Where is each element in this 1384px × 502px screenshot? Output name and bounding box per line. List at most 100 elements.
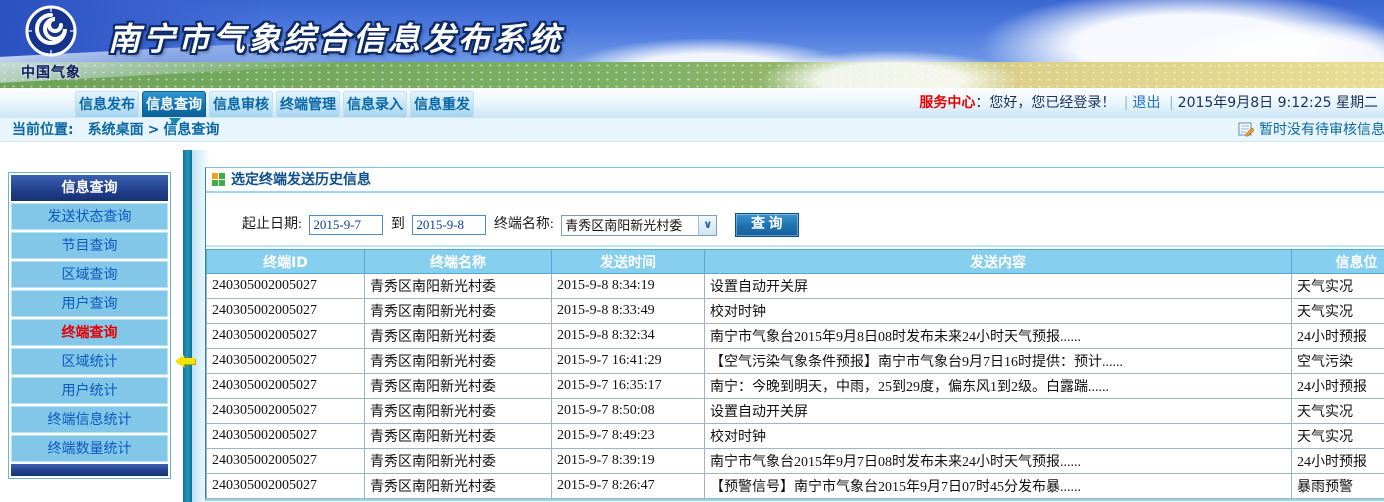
logo-caption: 中国气象 — [16, 62, 86, 82]
sidebar-header: 信息查询 — [11, 175, 168, 201]
breadcrumb-bar: 当前位置: 系统桌面>信息查询 暂时没有待审核信息 — [0, 118, 1384, 142]
breadcrumb-home-link[interactable]: 系统桌面 — [88, 122, 144, 138]
tab-info-audit[interactable]: 信息审核 — [209, 91, 273, 117]
query-button[interactable]: 查 询 — [735, 213, 799, 237]
sidebar-splitter[interactable] — [183, 150, 192, 502]
sidebar: 信息查询 发送状态查询 节目查询 区域查询 用户查询 终端查询 区域统计 用户统… — [8, 172, 171, 479]
cell-terminal-name: 青秀区南阳新光村委 — [365, 374, 552, 399]
modules-icon — [212, 173, 225, 186]
cell-info-category: 天气实况 — [1292, 424, 1384, 449]
cell-terminal-id: 240305002005027 — [207, 424, 365, 449]
sidebar-item-send-status-query[interactable]: 发送状态查询 — [11, 203, 168, 230]
cell-send-time: 2015-9-8 8:32:34 — [552, 324, 705, 349]
chevron-down-icon[interactable]: ∨ — [698, 216, 716, 235]
table-row: 240305002005027 青秀区南阳新光村委 2015-9-8 8:33:… — [207, 299, 1384, 324]
tab-terminal-management[interactable]: 终端管理 — [276, 91, 340, 117]
session-info: 服务中心：您好，您已经登录！ |退出 |2015年9月8日 9:12:25 星期… — [919, 88, 1378, 118]
col-header-terminal-name: 终端名称 — [365, 250, 552, 274]
col-header-send-time: 发送时间 — [552, 250, 705, 274]
cell-send-time: 2015-9-7 8:49:23 — [552, 424, 705, 449]
note-pencil-icon — [1238, 121, 1254, 137]
tab-info-query[interactable]: 信息查询 — [142, 91, 206, 117]
app-root: { "banner": { "logo_caption": "中国气象", "t… — [0, 0, 1384, 502]
sidebar-footer-bar — [11, 464, 168, 476]
table-row: 240305002005027 青秀区南阳新光村委 2015-9-7 8:26:… — [207, 474, 1384, 499]
cma-logo-icon — [25, 5, 77, 57]
cell-terminal-name: 青秀区南阳新光村委 — [365, 324, 552, 349]
cell-terminal-name: 青秀区南阳新光村委 — [365, 424, 552, 449]
table-body: 240305002005027 青秀区南阳新光村委 2015-9-8 8:34:… — [207, 274, 1384, 499]
table-header-row: 终端ID 终端名称 发送时间 发送内容 信息位 — [207, 250, 1384, 274]
cell-info-category: 空气污染 — [1292, 349, 1384, 374]
cell-info-category: 24小时预报 — [1292, 374, 1384, 399]
cell-send-content: 设置自动开关屏 — [705, 274, 1292, 299]
content-area: 信息查询 发送状态查询 节目查询 区域查询 用户查询 终端查询 区域统计 用户统… — [0, 142, 1384, 502]
login-greeting: ：您好，您已经登录！ — [975, 95, 1115, 111]
service-center-label: 服务中心 — [919, 95, 975, 111]
cell-terminal-name: 青秀区南阳新光村委 — [365, 449, 552, 474]
start-date-input[interactable] — [309, 215, 383, 235]
cell-terminal-id: 240305002005027 — [207, 299, 365, 324]
table-row: 240305002005027 青秀区南阳新光村委 2015-9-7 8:49:… — [207, 424, 1384, 449]
cell-terminal-id: 240305002005027 — [207, 349, 365, 374]
sidebar-item-terminal-info-stats[interactable]: 终端信息统计 — [11, 406, 168, 433]
end-date-input[interactable] — [412, 215, 486, 235]
tab-info-publish[interactable]: 信息发布 — [75, 91, 139, 117]
header-banner: 中国气象 南宁市气象综合信息发布系统 — [0, 0, 1384, 88]
cell-terminal-id: 240305002005027 — [207, 274, 365, 299]
separator: | — [1165, 95, 1178, 111]
panel-title: 选定终端发送历史信息 — [231, 168, 371, 192]
tab-info-entry[interactable]: 信息录入 — [343, 91, 407, 117]
sidebar-item-user-query[interactable]: 用户查询 — [11, 290, 168, 317]
cell-terminal-name: 青秀区南阳新光村委 — [365, 474, 552, 499]
tab-info-resend[interactable]: 信息重发 — [410, 91, 474, 117]
breadcrumb-current-link[interactable]: 信息查询 — [163, 122, 219, 138]
sidebar-item-area-query[interactable]: 区域查询 — [11, 261, 168, 288]
cell-info-category: 暴雨预警 — [1292, 474, 1384, 499]
cell-send-time: 2015-9-8 8:33:49 — [552, 299, 705, 324]
cell-send-time: 2015-9-7 16:35:17 — [552, 374, 705, 399]
cell-send-content: 南宁市气象台2015年9月7日08时发布未来24小时天气预报...... — [705, 449, 1292, 474]
logout-link[interactable]: 退出 — [1133, 95, 1161, 111]
history-panel: 选定终端发送历史信息 起止日期: 到 终端名称: 青秀区南阳新光村委 ∨ 查 询… — [205, 167, 1384, 501]
collapse-sidebar-arrow-icon[interactable] — [175, 355, 197, 367]
cell-terminal-id: 240305002005027 — [207, 449, 365, 474]
audit-notice-text: 暂时没有待审核信息 — [1259, 122, 1384, 138]
sidebar-item-area-stats[interactable]: 区域统计 — [11, 348, 168, 375]
cell-terminal-id: 240305002005027 — [207, 324, 365, 349]
table-row: 240305002005027 青秀区南阳新光村委 2015-9-7 8:50:… — [207, 399, 1384, 424]
cell-terminal-name: 青秀区南阳新光村委 — [365, 274, 552, 299]
terminal-select[interactable]: 青秀区南阳新光村委 ∨ — [561, 215, 717, 236]
panel-title-row: 选定终端发送历史信息 — [206, 168, 1384, 193]
sidebar-item-terminal-query[interactable]: 终端查询 — [11, 319, 168, 346]
table-row: 240305002005027 青秀区南阳新光村委 2015-9-8 8:34:… — [207, 274, 1384, 299]
history-table: 终端ID 终端名称 发送时间 发送内容 信息位 240305002005027 … — [206, 249, 1384, 499]
table-row: 240305002005027 青秀区南阳新光村委 2015-9-8 8:32:… — [207, 324, 1384, 349]
col-header-info-category: 信息位 — [1292, 250, 1384, 274]
sidebar-item-program-query[interactable]: 节目查询 — [11, 232, 168, 259]
date-range-label: 起止日期: — [242, 217, 302, 232]
cell-terminal-id: 240305002005027 — [207, 374, 365, 399]
to-label: 到 — [391, 217, 405, 232]
cell-send-content: 设置自动开关屏 — [705, 399, 1292, 424]
cell-info-category: 24小时预报 — [1292, 449, 1384, 474]
separator: | — [1120, 95, 1133, 111]
sidebar-item-user-stats[interactable]: 用户统计 — [11, 377, 168, 404]
cell-send-content: 南宁市气象台2015年9月8日08时发布未来24小时天气预报...... — [705, 324, 1292, 349]
terminal-name-label: 终端名称: — [494, 217, 554, 232]
sidebar-item-terminal-count-stats[interactable]: 终端数量统计 — [11, 435, 168, 462]
table-row: 240305002005027 青秀区南阳新光村委 2015-9-7 8:39:… — [207, 449, 1384, 474]
cma-logo: 中国气象 — [16, 3, 86, 85]
audit-notice: 暂时没有待审核信息 — [1238, 118, 1384, 142]
cell-send-content: 校对时钟 — [705, 424, 1292, 449]
cell-send-time: 2015-9-7 8:50:08 — [552, 399, 705, 424]
breadcrumb-separator: > — [144, 122, 164, 138]
cell-terminal-id: 240305002005027 — [207, 399, 365, 424]
cell-send-time: 2015-9-7 8:39:19 — [552, 449, 705, 474]
cell-terminal-name: 青秀区南阳新光村委 — [365, 299, 552, 324]
cell-send-content: 【空气污染气象条件预报】南宁市气象台9月7日16时提供：预计...... — [705, 349, 1292, 374]
breadcrumb-label: 当前位置: — [12, 122, 74, 138]
query-form: 起止日期: 到 终端名称: 青秀区南阳新光村委 ∨ 查 询 — [206, 193, 1384, 247]
cell-send-content: 校对时钟 — [705, 299, 1292, 324]
terminal-select-value: 青秀区南阳新光村委 — [562, 216, 694, 235]
